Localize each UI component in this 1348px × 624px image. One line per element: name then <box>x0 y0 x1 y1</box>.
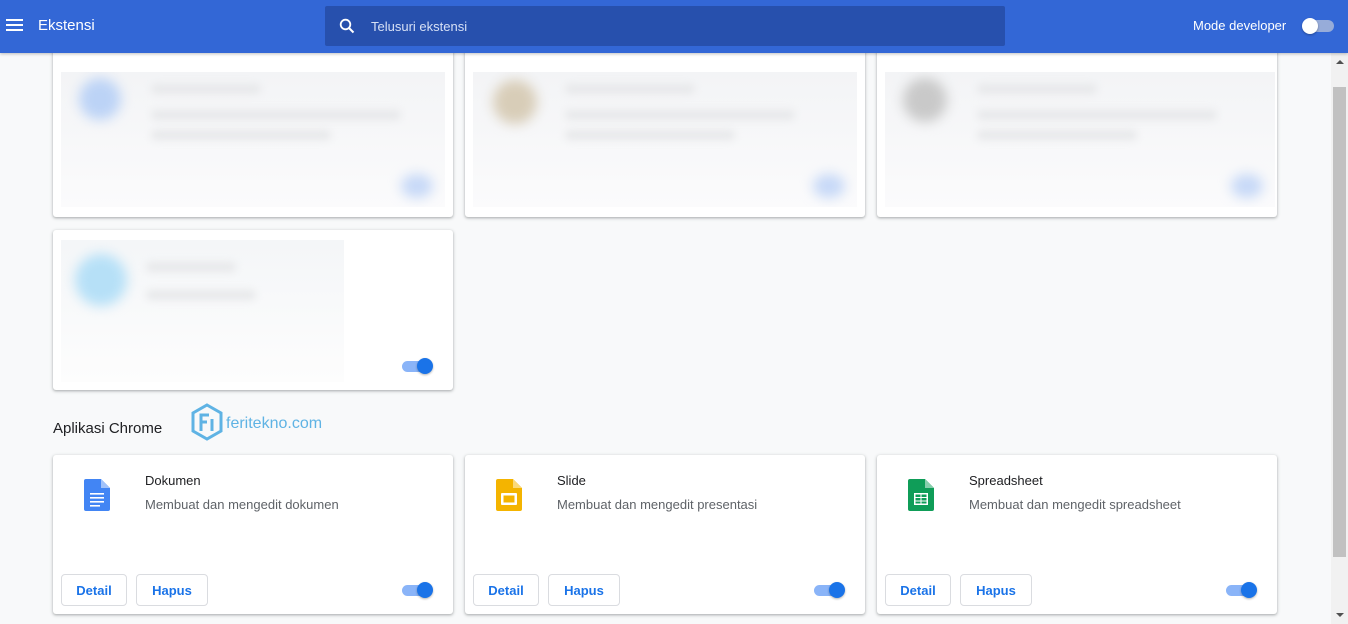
remove-button[interactable]: Hapus <box>960 574 1032 606</box>
menu-icon[interactable] <box>6 16 26 36</box>
watermark-text: feritekno.com <box>226 415 323 432</box>
blurred-content <box>61 240 344 382</box>
search-icon <box>339 18 355 34</box>
app-toggle[interactable] <box>1226 582 1258 598</box>
blurred-content <box>61 72 445 207</box>
app-card-dokumen: Dokumen Membuat dan mengedit dokumen Det… <box>53 455 453 614</box>
watermark: feritekno.com <box>190 403 322 441</box>
detail-button[interactable]: Detail <box>61 574 127 606</box>
top-bar: Ekstensi Mode developer <box>0 0 1348 53</box>
search-input[interactable] <box>371 6 971 46</box>
app-toggle[interactable] <box>402 582 434 598</box>
scrollbar[interactable] <box>1331 53 1348 624</box>
blurred-content <box>473 72 857 207</box>
detail-button[interactable]: Detail <box>885 574 951 606</box>
section-title-chrome-apps: Aplikasi Chrome <box>53 420 163 437</box>
app-card-slide: Slide Membuat dan mengedit presentasi De… <box>465 455 865 614</box>
app-name: Dokumen <box>145 473 201 488</box>
extension-card <box>53 45 453 217</box>
google-sheets-icon <box>908 479 934 511</box>
remove-button[interactable]: Hapus <box>548 574 620 606</box>
extension-card <box>465 45 865 217</box>
app-name: Slide <box>557 473 586 488</box>
scroll-down-arrow-icon[interactable] <box>1331 607 1348 624</box>
remove-button[interactable]: Hapus <box>136 574 208 606</box>
extension-card <box>53 230 453 390</box>
search-bar[interactable] <box>325 6 1005 46</box>
scroll-thumb[interactable] <box>1333 87 1346 557</box>
app-description: Membuat dan mengedit presentasi <box>557 497 758 512</box>
detail-button[interactable]: Detail <box>473 574 539 606</box>
extension-toggle[interactable] <box>402 358 434 374</box>
feritekno-logo-icon <box>191 403 223 441</box>
blurred-content <box>885 72 1275 207</box>
app-name: Spreadsheet <box>969 473 1043 488</box>
google-slides-icon <box>496 479 522 511</box>
page-title: Ekstensi <box>38 17 95 34</box>
extension-card <box>877 45 1277 217</box>
scroll-up-arrow-icon[interactable] <box>1331 53 1348 70</box>
dev-mode-label: Mode developer <box>1193 18 1287 33</box>
app-description: Membuat dan mengedit spreadsheet <box>969 497 1181 512</box>
app-toggle[interactable] <box>814 582 846 598</box>
dev-mode-toggle[interactable] <box>1302 18 1334 34</box>
google-docs-icon <box>84 479 110 511</box>
app-card-spreadsheet: Spreadsheet Membuat dan mengedit spreads… <box>877 455 1277 614</box>
app-description: Membuat dan mengedit dokumen <box>145 497 339 512</box>
